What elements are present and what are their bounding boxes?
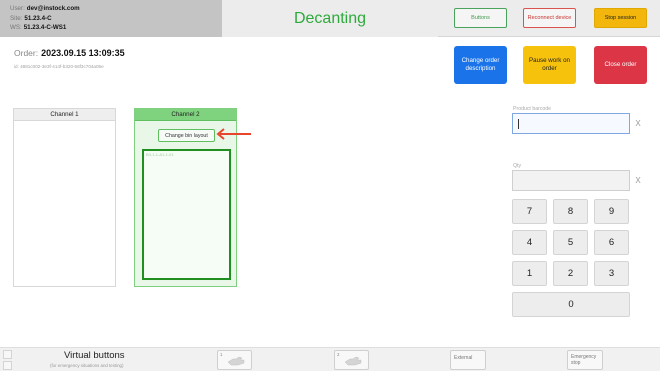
page-title: Decanting [222,0,438,37]
user-value: dev@instock.com [26,5,80,12]
hand-pointer-icon [344,356,362,366]
external-button[interactable]: External [450,350,486,370]
order-label: Order: [14,48,39,58]
channel-1-title: Channel 1 [14,109,115,121]
order-id: id: 4881c002-3e3f-414f-b320-58f3c704a05e [14,64,104,69]
key-1[interactable]: 1 [512,261,547,286]
site-row: Site: 51.23.4-C [10,14,222,24]
external-label: External [454,355,473,361]
product-barcode-label: Product barcode [513,106,552,112]
reconnect-device-button[interactable]: Reconnect device [523,8,576,28]
key-4[interactable]: 4 [512,230,547,255]
emergency-stop-button[interactable]: Emergency stop [567,350,603,370]
virtual-button-1-number: 1 [220,352,223,357]
emergency-stop-label: Emergency stop [571,354,597,366]
header-bar: User: dev@instock.com Site: 51.23.4-C WS: 5… [0,0,660,37]
key-5[interactable]: 5 [553,230,588,255]
key-9[interactable]: 9 [594,199,629,224]
ws-row: WS: 51.23.4-C-WS1 [10,23,222,33]
stop-session-button[interactable]: Stop session [594,8,647,28]
order-datetime: 2023.09.15 13:09:35 [41,48,125,58]
virtual-buttons-subtitle: (for emergency situations and testing) [50,363,124,368]
virtual-buttons-title: Virtual buttons [64,350,125,361]
user-row: User: dev@instock.com [10,4,222,14]
channel-1-panel[interactable]: Channel 1 [13,108,116,287]
user-label: User: [10,5,25,12]
footer-toggle-bottom[interactable] [3,361,12,370]
footer-toggle-top[interactable] [3,350,12,359]
virtual-buttons-bar: Virtual buttons (for emergency situation… [0,347,660,371]
key-2[interactable]: 2 [553,261,588,286]
key-8[interactable]: 8 [553,199,588,224]
change-order-description-button[interactable]: Change order description [454,46,507,84]
bin-label: B3-1-1-A1-1-01 [146,152,174,157]
qty-input[interactable] [512,170,630,191]
key-0[interactable]: 0 [512,292,630,317]
virtual-button-1[interactable]: 1 [217,350,252,370]
bin-slot[interactable]: B3-1-1-A1-1-01 [142,149,231,280]
qty-label: Qty [513,163,522,169]
left-arrow-icon [216,128,251,140]
virtual-button-2-number: 2 [337,352,340,357]
key-3[interactable]: 3 [594,261,629,286]
channel-2-title: Channel 2 [135,109,236,121]
ws-value: 51.23.4-C-WS1 [23,24,67,31]
ws-label: WS: [10,24,22,31]
key-7[interactable]: 7 [512,199,547,224]
change-bin-layout-button[interactable]: Change bin layout [158,129,215,142]
clear-qty-icon[interactable]: X [632,170,644,191]
close-order-button[interactable]: Close order [594,46,647,84]
virtual-button-2[interactable]: 2 [334,350,369,370]
pause-work-button[interactable]: Pause work on order [523,46,576,84]
text-caret [518,119,519,129]
site-label: Site: [10,14,23,22]
product-barcode-input[interactable] [512,113,630,134]
buttons-button[interactable]: Buttons [454,8,507,28]
hand-pointer-icon [227,356,245,366]
site-value: 51.23.4-C [24,14,52,22]
order-info: Order: 2023.09.15 13:09:35 [14,48,125,58]
session-info: User: dev@instock.com Site: 51.23.4-C WS: 5… [0,0,222,37]
clear-barcode-icon[interactable]: X [632,113,644,134]
key-6[interactable]: 6 [594,230,629,255]
